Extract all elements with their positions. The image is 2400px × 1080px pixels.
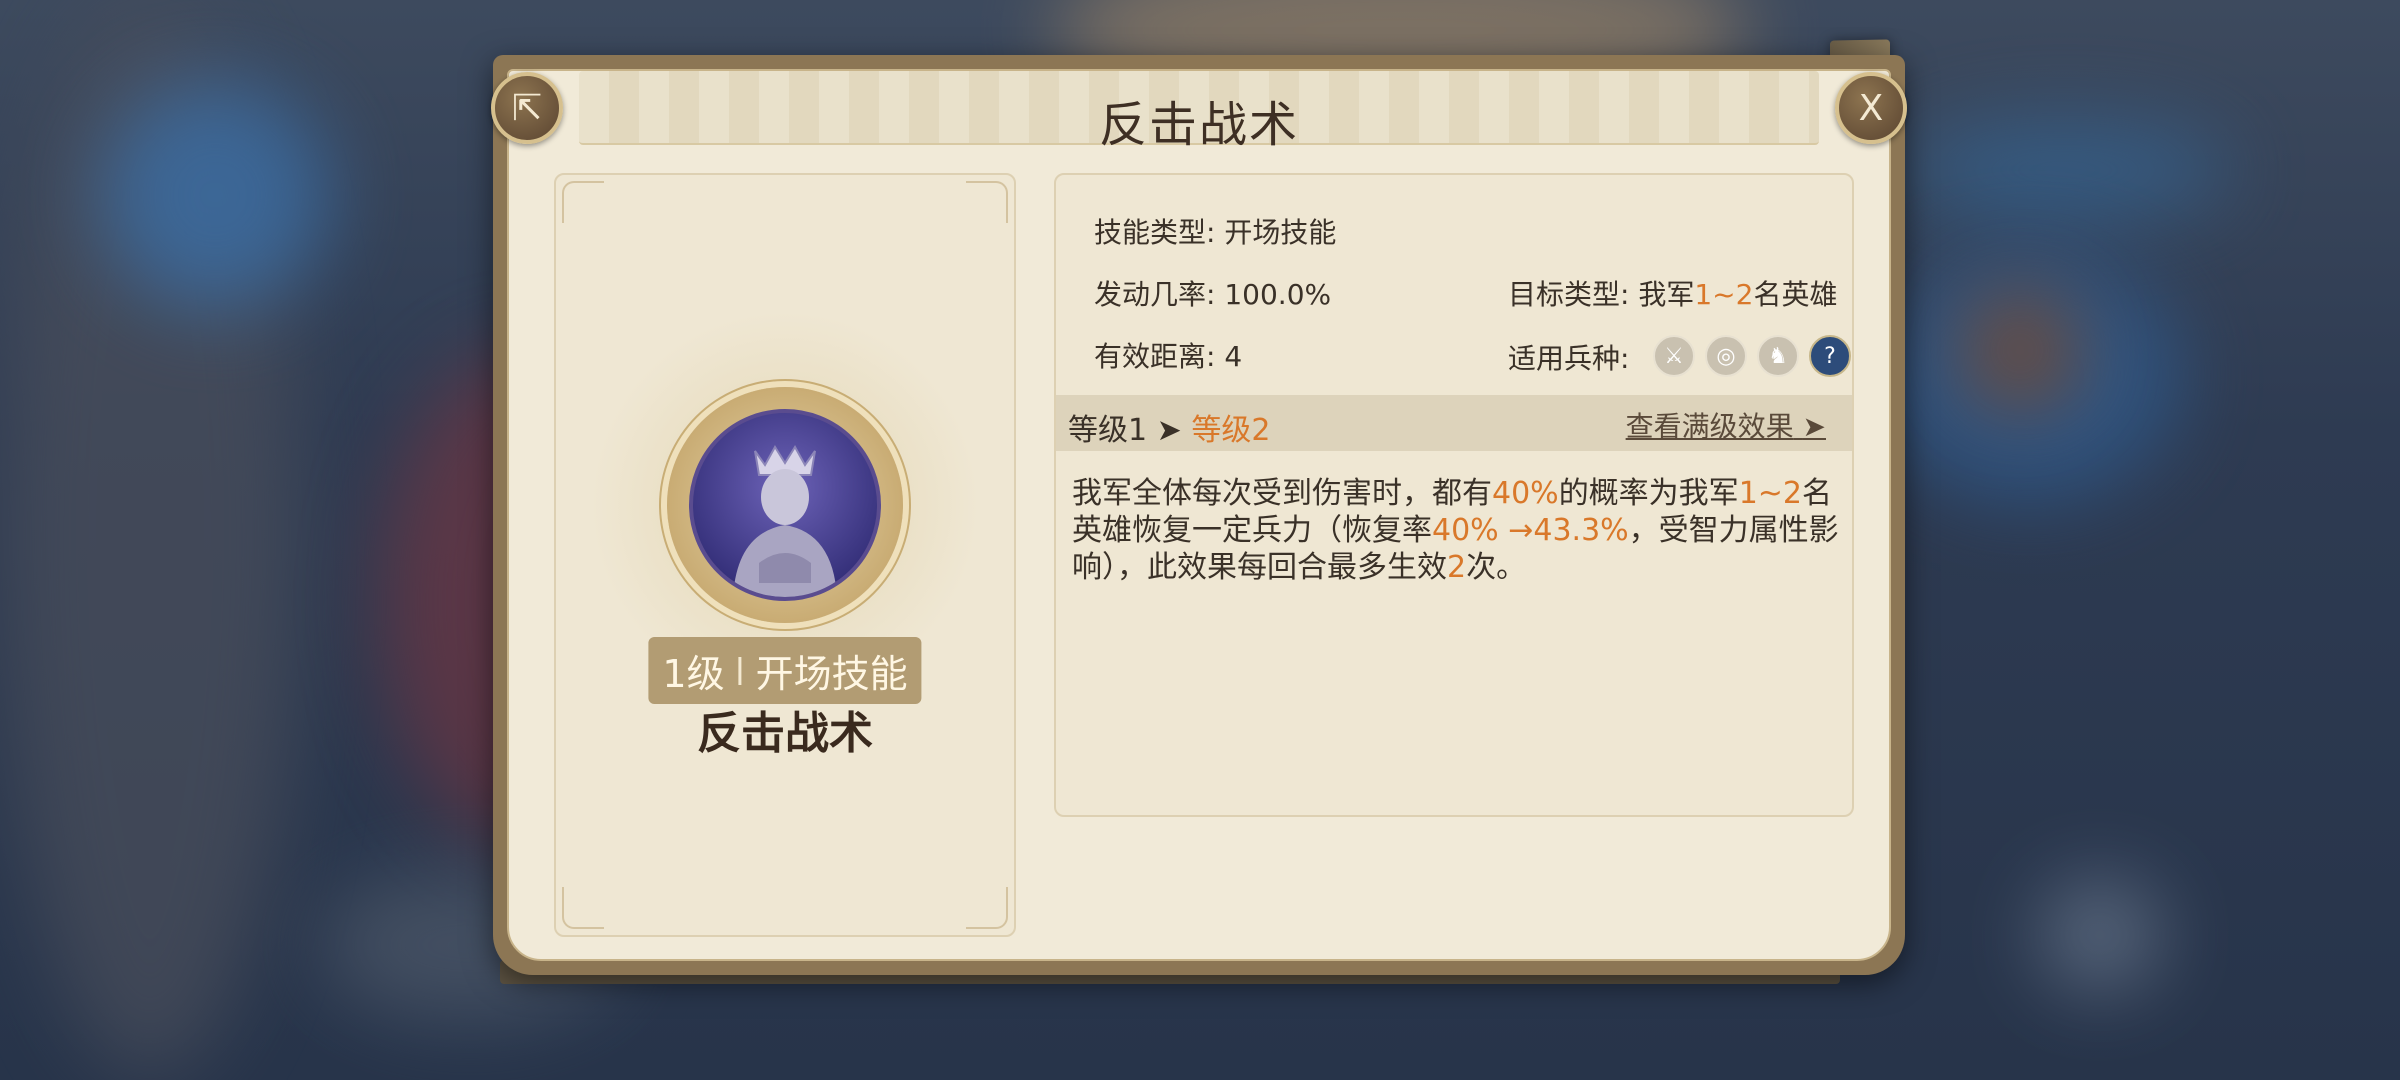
target-icon[interactable]: ◎: [1705, 335, 1747, 377]
dialog-body: 反击战术 1级 开场技能 反击战术 技能类型: 开场技能 发动几率: 100.0…: [507, 69, 1891, 961]
target-type-row: 目标类型: 我军1~2名英雄: [1508, 273, 1837, 313]
dialog-title: 反击战术: [1098, 97, 1299, 153]
share-icon: ⇱: [511, 87, 543, 129]
target-type-label: 目标类型:: [1508, 278, 1630, 311]
target-suffix: 名英雄: [1753, 278, 1838, 311]
level-arrow-icon: ➤: [1156, 413, 1182, 448]
skill-card: 1级 开场技能 反击战术: [554, 173, 1016, 937]
trigger-rate-value: 100.0%: [1224, 278, 1332, 311]
view-max-level-link[interactable]: 查看满级效果 ➤: [1626, 405, 1826, 445]
skill-kind: 开场技能: [755, 652, 908, 696]
troop-type-icons: ⚔ ◎ ♞ ?: [1653, 335, 1851, 377]
horse-icon[interactable]: ♞: [1757, 335, 1799, 377]
badge-divider: [738, 656, 742, 685]
skill-description: 我军全体每次受到伤害时，都有40%的概率为我军1~2名英雄恢复一定兵力（恢复率4…: [1072, 476, 1839, 585]
level-bar: 等级1 ➤ 等级2 查看满级效果 ➤: [1056, 395, 1852, 451]
troop-type-label: 适用兵种:: [1508, 342, 1630, 375]
title-bar: 反击战术: [579, 71, 1819, 153]
share-button[interactable]: ⇱: [491, 72, 563, 144]
close-icon: X: [1858, 87, 1884, 129]
skill-type-row: 技能类型: 开场技能: [1094, 211, 1336, 251]
range-label: 有效距离:: [1094, 340, 1216, 373]
trigger-rate-row: 发动几率: 100.0%: [1094, 273, 1331, 313]
skill-emblem: [667, 387, 903, 623]
range-value: 4: [1224, 340, 1243, 373]
trigger-rate-label: 发动几率:: [1094, 278, 1216, 311]
king-portrait-icon: [689, 409, 881, 601]
skill-type-value: 开场技能: [1224, 216, 1337, 249]
close-button[interactable]: X: [1835, 72, 1907, 144]
skill-level: 1级: [662, 652, 725, 696]
next-level: 等级2: [1191, 413, 1271, 448]
chevron-right-icon: ➤: [1802, 410, 1826, 443]
skill-level-badge: 1级 开场技能: [648, 637, 922, 704]
range-row: 有效距离: 4: [1094, 335, 1242, 375]
skill-dialog: 反击战术 1级 开场技能 反击战术 技能类型: 开场技能 发动几率: 100.0…: [491, 55, 1907, 975]
sword-icon[interactable]: ⚔: [1653, 335, 1695, 377]
view-max-level-label: 查看满级效果: [1625, 410, 1794, 443]
skill-name: 反击战术: [697, 708, 873, 759]
current-level: 等级1: [1068, 413, 1148, 448]
skill-type-label: 技能类型:: [1094, 216, 1216, 249]
skill-info-panel: 技能类型: 开场技能 发动几率: 100.0% 有效距离: 4 目标类型: 我军…: [1054, 173, 1854, 817]
question-icon[interactable]: ?: [1809, 335, 1851, 377]
target-prefix: 我军: [1638, 278, 1695, 311]
level-progress: 等级1 ➤ 等级2: [1068, 405, 1270, 449]
target-count: 1~2: [1694, 278, 1754, 311]
